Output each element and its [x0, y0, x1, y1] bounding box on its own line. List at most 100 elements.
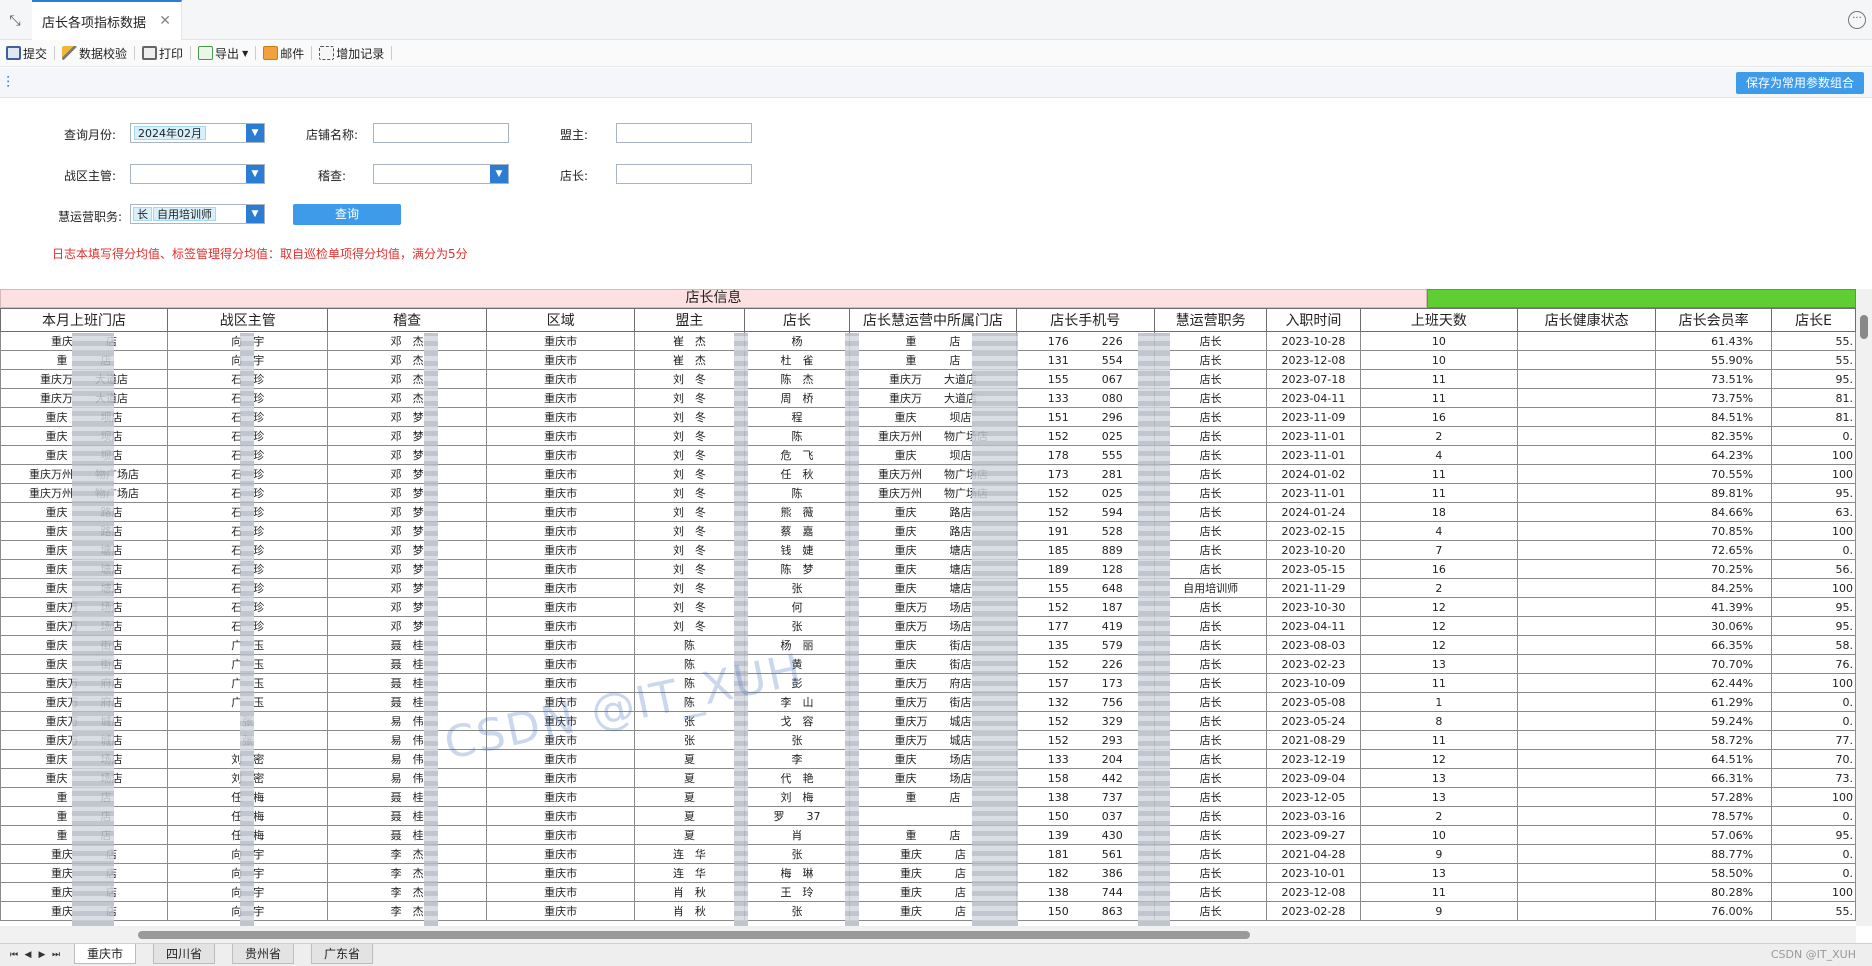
table-cell[interactable]: 2023-05-15 — [1266, 559, 1361, 579]
table-cell[interactable]: 0. — [1771, 711, 1856, 731]
table-row[interactable]: 重庆万 城店张易 伟重庆市张戈 容重庆万 城店152 329店长2023-05-… — [0, 711, 1856, 731]
table-row[interactable]: 重庆万州 物广场店石 珍邓 梦重庆市刘 冬陈重庆万州 物广场店 152 025 店长… — [0, 483, 1856, 503]
table-cell[interactable]: 重庆市 — [485, 578, 636, 598]
last-sheet-icon[interactable]: ⏭ — [50, 949, 62, 961]
table-cell[interactable]: 84.66% — [1655, 502, 1773, 522]
table-cell[interactable]: 重庆市 — [485, 407, 636, 427]
table-cell[interactable] — [1517, 597, 1657, 617]
table-cell[interactable]: 肖 秋 — [634, 901, 745, 921]
table-cell[interactable]: 59.24% — [1655, 711, 1773, 731]
column-header[interactable]: 店长手机号 — [1015, 308, 1155, 332]
zone-supervisor-select[interactable]: ▼ — [130, 164, 265, 184]
table-cell[interactable]: 11 — [1359, 730, 1519, 750]
table-row[interactable]: 重庆 街店广 玉聂 桂重庆市陈杨 丽重庆 街店135 579店长2023-08-… — [0, 635, 1856, 655]
table-cell[interactable]: 178 555 — [1015, 445, 1155, 465]
table-cell[interactable]: 2023-12-08 — [1266, 882, 1361, 902]
table-cell[interactable] — [1517, 388, 1657, 408]
column-header[interactable]: 本月上班门店 — [0, 308, 169, 332]
table-cell[interactable]: 95. — [1771, 825, 1856, 845]
table-cell[interactable]: 2023-03-16 — [1266, 806, 1361, 826]
table-cell[interactable]: 61.29% — [1655, 692, 1773, 712]
export-button[interactable]: 导出 ▼ — [194, 42, 252, 64]
table-cell[interactable]: 店长 — [1153, 806, 1268, 826]
table-cell[interactable]: 重庆市 — [485, 369, 636, 389]
table-cell[interactable]: 157 173 — [1015, 673, 1155, 693]
table-cell[interactable]: 崔 杰 — [634, 350, 745, 370]
table-cell[interactable]: 店长 — [1153, 483, 1268, 503]
vertical-scroll-thumb[interactable] — [1860, 315, 1868, 339]
table-cell[interactable]: 2023-11-01 — [1266, 426, 1361, 446]
table-cell[interactable]: 95. — [1771, 597, 1856, 617]
column-header[interactable]: 盟主 — [634, 308, 745, 332]
table-cell[interactable]: 店长 — [1153, 559, 1268, 579]
table-cell[interactable]: 重庆市 — [485, 597, 636, 617]
table-cell[interactable]: 139 430 — [1015, 825, 1155, 845]
table-cell[interactable]: 重庆市 — [485, 426, 636, 446]
table-cell[interactable]: 191 528 — [1015, 521, 1155, 541]
table-cell[interactable]: 钱 婕 — [743, 540, 851, 560]
table-cell[interactable]: 重庆市 — [485, 483, 636, 503]
table-cell[interactable]: 181 561 — [1015, 844, 1155, 864]
table-cell[interactable]: 邓 梦 — [327, 445, 487, 465]
column-header[interactable]: 上班天数 — [1359, 308, 1519, 332]
table-cell[interactable]: 100 — [1771, 673, 1856, 693]
table-cell[interactable]: 重庆市 — [485, 768, 636, 788]
table-cell[interactable]: 陈 — [634, 635, 745, 655]
table-cell[interactable]: 梅 琳 — [743, 863, 851, 883]
table-row[interactable]: 重庆万 府店广 玉聂 桂重庆市陈 李 山重庆万 街店132 756店长2023-… — [0, 692, 1856, 712]
store-manager-input[interactable] — [616, 164, 752, 184]
chevron-down-icon[interactable]: ▼ — [246, 205, 264, 223]
table-cell[interactable]: 132 756 — [1015, 692, 1155, 712]
table-cell[interactable]: 158 442 — [1015, 768, 1155, 788]
table-cell[interactable]: 100 — [1771, 445, 1856, 465]
table-cell[interactable]: 152 329 — [1015, 711, 1155, 731]
table-cell[interactable] — [1517, 483, 1657, 503]
table-row[interactable]: 重庆 坝店石 珍邓 梦重庆市刘 冬陈重庆万州 物广场店152 025店长2023… — [0, 426, 1856, 446]
table-cell[interactable]: 2023-02-23 — [1266, 654, 1361, 674]
table-cell[interactable]: 62.44% — [1655, 673, 1773, 693]
table-cell[interactable]: 80.28% — [1655, 882, 1773, 902]
table-cell[interactable] — [1517, 331, 1657, 351]
role-select[interactable]: 长 自用培训师 ▼ — [130, 204, 265, 224]
table-cell[interactable]: 聂 桂 — [327, 635, 487, 655]
table-cell[interactable]: 邓 梦 — [327, 559, 487, 579]
table-cell[interactable]: 李 杰 — [327, 863, 487, 883]
table-cell[interactable] — [1517, 464, 1657, 484]
table-cell[interactable]: 张 — [743, 901, 851, 921]
table-cell[interactable]: 陈 — [743, 483, 851, 503]
table-cell[interactable]: 重庆市 — [485, 464, 636, 484]
table-row[interactable]: 重庆 店向 宇李 杰重庆市肖 秋王 玲重庆 店138 744店长2023-12-… — [0, 882, 1856, 902]
table-cell[interactable]: 夏 — [634, 825, 745, 845]
table-row[interactable]: 重庆万 大道店石 珍邓 杰重庆市刘 冬周 桥重庆万 大道店133 080店长20… — [0, 388, 1856, 408]
table-cell[interactable]: 店长 — [1153, 388, 1268, 408]
table-cell[interactable]: 张 — [743, 730, 851, 750]
table-cell[interactable]: 店长 — [1153, 407, 1268, 427]
table-cell[interactable]: 邓 杰 — [327, 388, 487, 408]
table-cell[interactable]: 152 025 — [1015, 483, 1155, 503]
table-cell[interactable]: 1 — [1359, 692, 1519, 712]
table-cell[interactable]: 2021-11-29 — [1266, 578, 1361, 598]
table-cell[interactable]: 邓 梦 — [327, 502, 487, 522]
table-cell[interactable]: 杜 雀 — [743, 350, 851, 370]
table-row[interactable]: 重庆 店向 宇邓 杰重庆市崔 杰杨重 店176 226店长2023-10-281… — [0, 331, 1856, 351]
table-cell[interactable]: 0. — [1771, 863, 1856, 883]
table-cell[interactable]: 邓 梦 — [327, 597, 487, 617]
table-cell[interactable]: 罗 37 — [743, 806, 851, 826]
table-cell[interactable] — [1517, 635, 1657, 655]
table-cell[interactable]: 70.85% — [1655, 521, 1773, 541]
table-cell[interactable]: 程 — [743, 407, 851, 427]
collapse-icon[interactable]: ⤡ — [6, 12, 24, 30]
table-cell[interactable]: 邓 杰 — [327, 350, 487, 370]
table-cell[interactable]: 11 — [1359, 388, 1519, 408]
table-cell[interactable]: 2023-12-19 — [1266, 749, 1361, 769]
table-cell[interactable]: 何 — [743, 597, 851, 617]
table-cell[interactable]: 陈 梦 — [743, 559, 851, 579]
table-cell[interactable] — [1517, 673, 1657, 693]
table-cell[interactable]: 夏 — [634, 787, 745, 807]
table-cell[interactable]: 70.55% — [1655, 464, 1773, 484]
table-cell[interactable]: 10 — [1359, 825, 1519, 845]
table-cell[interactable] — [1517, 559, 1657, 579]
table-cell[interactable]: 12 — [1359, 635, 1519, 655]
table-row[interactable]: 重庆万 大道店石 珍邓 杰重庆市刘 冬陈 杰重庆万 大道店155 067店长20… — [0, 369, 1856, 389]
table-cell[interactable]: 重庆市 — [485, 388, 636, 408]
